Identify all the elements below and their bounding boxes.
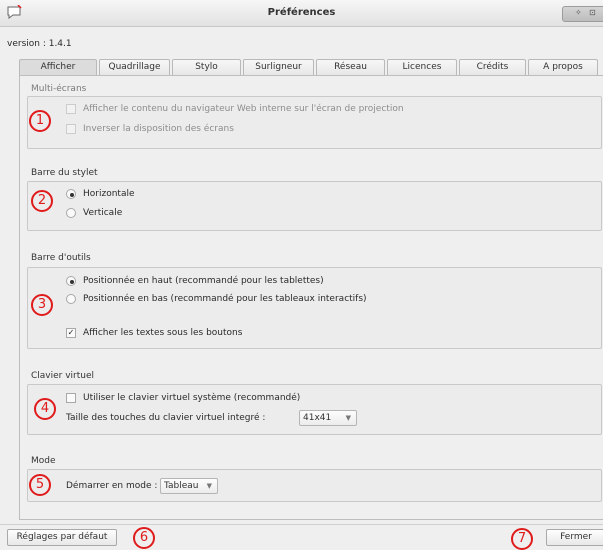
section-title-mode: Mode xyxy=(31,456,56,466)
title-bar: Préférences ✧ ⊡ ◦ xyxy=(0,0,603,27)
radio-horizontal[interactable]: Horizontale xyxy=(66,189,135,199)
square-icon[interactable]: ⊡ xyxy=(589,8,596,17)
annotation-badge-2: 2 xyxy=(31,190,53,212)
version-label: version : 1.4.1 xyxy=(7,39,72,49)
annotation-badge-3: 3 xyxy=(31,294,53,316)
tab-afficher[interactable]: Afficher xyxy=(19,59,97,75)
tab-reseau[interactable]: Réseau xyxy=(316,59,385,75)
tab-credits[interactable]: Crédits xyxy=(459,59,526,75)
annotation-badge-1: 1 xyxy=(29,110,51,132)
annotation-badge-5: 5 xyxy=(29,474,51,496)
select-value: 41x41 xyxy=(303,413,332,423)
checkbox-checked[interactable]: ✓ xyxy=(66,328,76,338)
checkbox[interactable] xyxy=(66,124,76,134)
radio-button[interactable] xyxy=(66,276,76,286)
defaults-button[interactable]: Réglages par défaut xyxy=(7,529,117,546)
radio-toolbar-top[interactable]: Positionnée en haut (recommandé pour les… xyxy=(66,276,324,286)
start-mode-select[interactable]: Tableau ▼ xyxy=(160,478,218,494)
close-button[interactable]: Fermer xyxy=(546,529,603,546)
tab-quadrillage[interactable]: Quadrillage xyxy=(99,59,170,75)
chevron-down-icon: ▼ xyxy=(206,482,212,490)
radio-button[interactable] xyxy=(66,208,76,218)
up-arrow-icon[interactable]: ✧ xyxy=(575,8,582,17)
option-label: Utiliser le clavier virtuel système (rec… xyxy=(83,393,301,403)
tab-a-propos[interactable]: A propos xyxy=(528,59,598,75)
option-web-content-projection[interactable]: Afficher le contenu du navigateur Web in… xyxy=(66,104,404,114)
checkbox[interactable] xyxy=(66,393,76,403)
annotation-badge-7: 7 xyxy=(511,528,533,550)
option-show-button-labels[interactable]: ✓ Afficher les textes sous les boutons xyxy=(66,328,242,338)
checkbox[interactable] xyxy=(66,104,76,114)
tab-stylo[interactable]: Stylo xyxy=(172,59,241,75)
start-mode-label: Démarrer en mode : xyxy=(66,481,158,491)
key-size-select[interactable]: 41x41 ▼ xyxy=(299,410,357,426)
select-value: Tableau xyxy=(164,481,199,491)
option-label: Inverser la disposition des écrans xyxy=(83,124,234,134)
radio-label: Verticale xyxy=(83,208,123,218)
option-invert-screens[interactable]: Inverser la disposition des écrans xyxy=(66,124,234,134)
chevron-down-icon: ▼ xyxy=(345,414,351,422)
annotation-badge-6: 6 xyxy=(133,527,155,549)
section-title-multiscreen: Multi-écrans xyxy=(31,84,87,94)
radio-button[interactable] xyxy=(66,189,76,199)
key-size-label: Taille des touches du clavier virtuel in… xyxy=(66,413,266,423)
tab-surligneur[interactable]: Surligneur xyxy=(243,59,314,75)
footer-divider xyxy=(0,524,603,525)
section-title-toolbar: Barre d'outils xyxy=(31,253,91,263)
radio-toolbar-bottom[interactable]: Positionnée en bas (recommandé pour les … xyxy=(66,294,367,304)
window-title: Préférences xyxy=(267,7,336,18)
option-system-keyboard[interactable]: Utiliser le clavier virtuel système (rec… xyxy=(66,393,300,403)
radio-vertical[interactable]: Verticale xyxy=(66,208,122,218)
window-controls: ✧ ⊡ ◦ xyxy=(562,6,603,22)
option-label: Afficher les textes sous les boutons xyxy=(83,328,243,338)
radio-label: Positionnée en haut (recommandé pour les… xyxy=(83,276,324,286)
section-title-virtual-keyboard: Clavier virtuel xyxy=(31,371,95,381)
option-label: Afficher le contenu du navigateur Web in… xyxy=(83,104,404,114)
section-title-stylus-bar: Barre du stylet xyxy=(31,168,98,178)
radio-label: Positionnée en bas (recommandé pour les … xyxy=(83,294,367,304)
annotation-badge-4: 4 xyxy=(34,398,56,420)
radio-button[interactable] xyxy=(66,294,76,304)
tab-licences[interactable]: Licences xyxy=(387,59,457,75)
radio-label: Horizontale xyxy=(83,189,135,199)
